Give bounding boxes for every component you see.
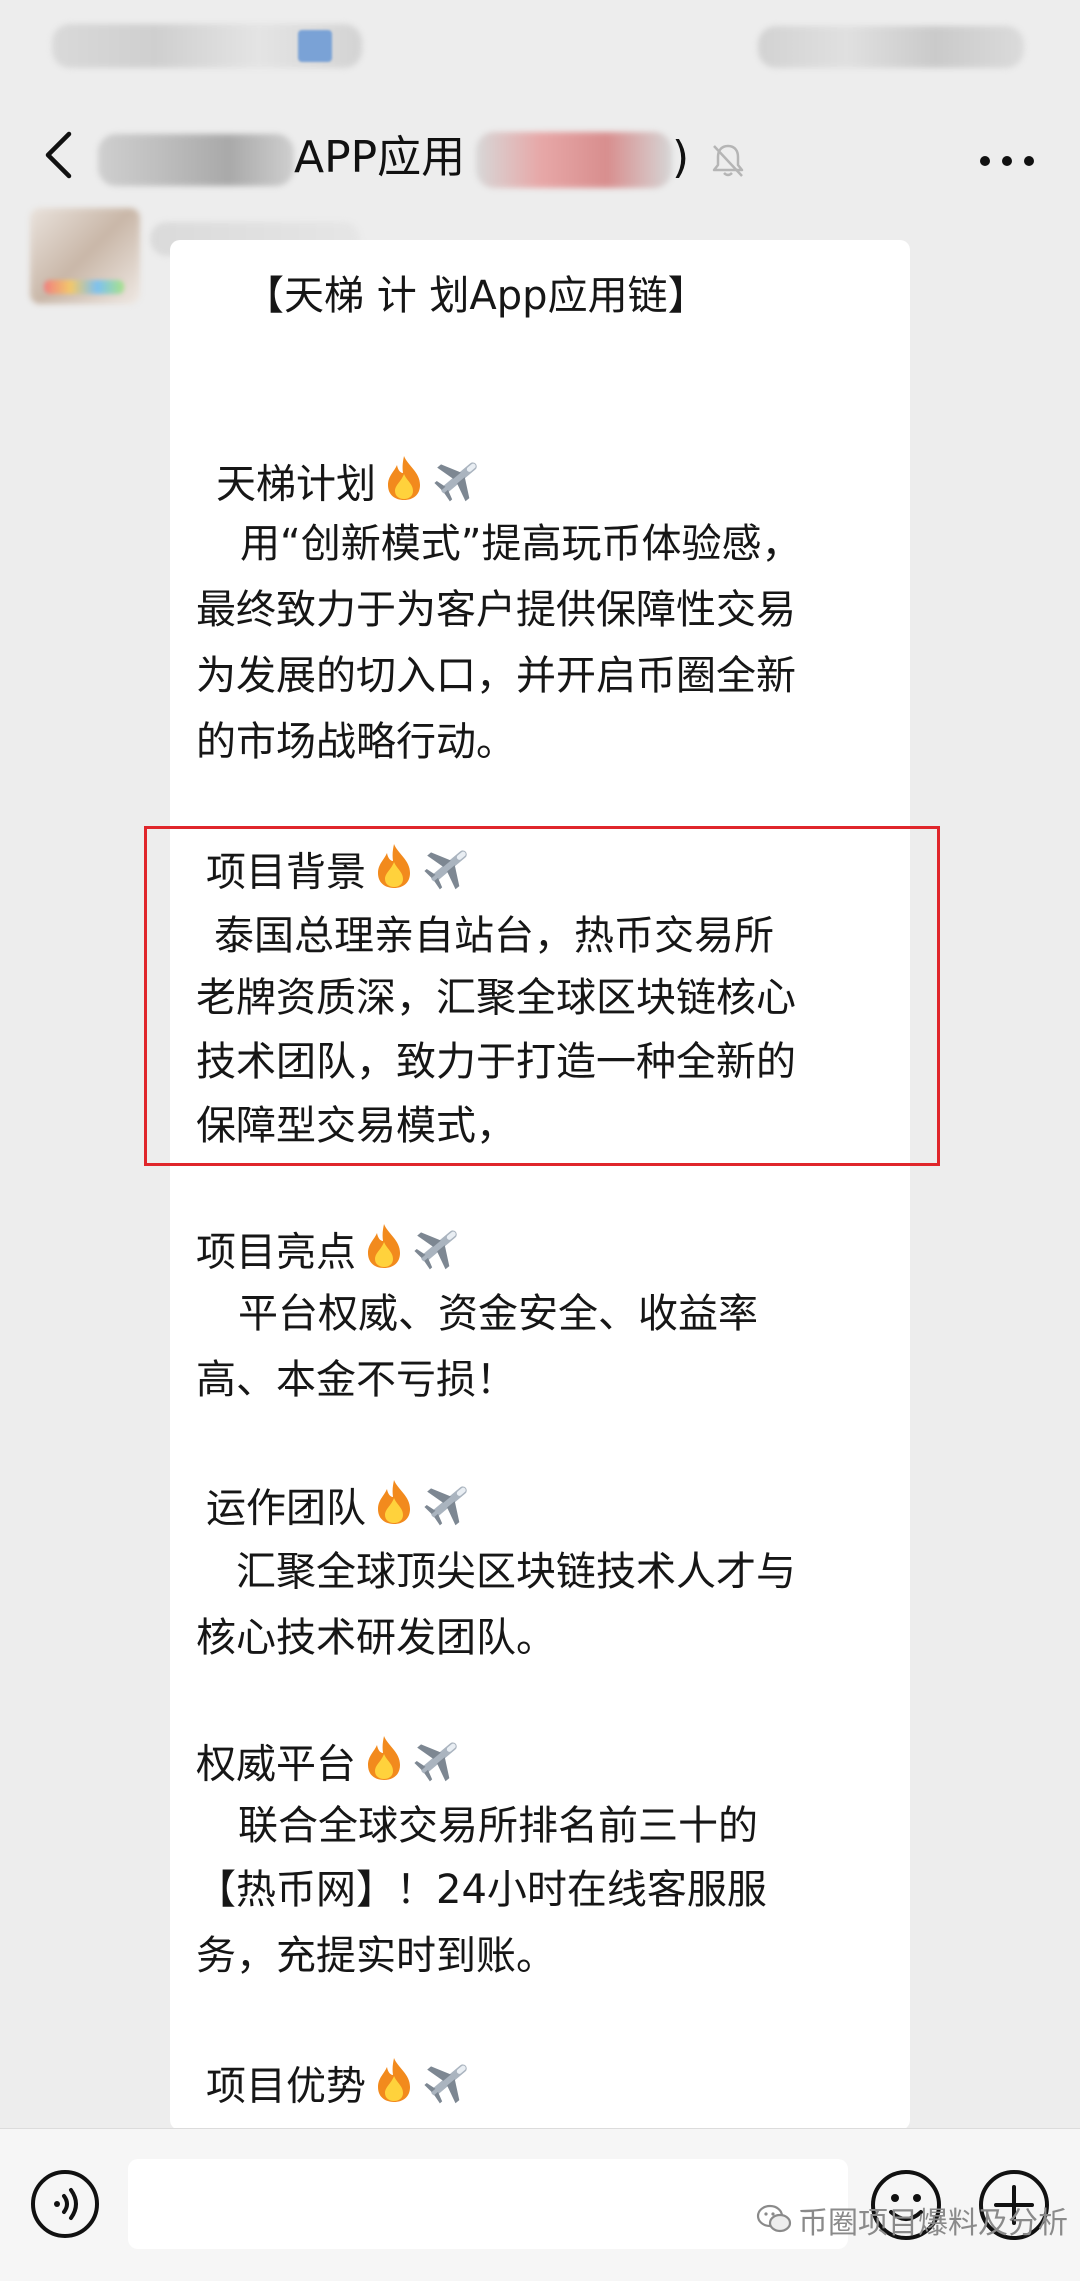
- message-line: 高、本金不亏损！: [196, 1357, 516, 1403]
- fire-emoji-icon: [382, 454, 426, 519]
- fire-emoji-icon: [362, 1222, 406, 1287]
- message-input[interactable]: [128, 2159, 848, 2249]
- section-heading-text: 项目亮点: [196, 1229, 356, 1276]
- message-line: 务，充提实时到账。: [196, 1933, 556, 1979]
- section-heading-text: 运作团队: [206, 1485, 366, 1532]
- back-button[interactable]: [30, 122, 86, 188]
- bell-muted-icon: [712, 144, 744, 177]
- more-dots-icon: [980, 156, 1034, 166]
- message-line: 汇聚全球顶尖区块链技术人才与: [236, 1549, 796, 1595]
- airplane-emoji-icon: [412, 1732, 466, 1801]
- wechat-icon: [756, 2204, 792, 2245]
- airplane-emoji-icon: [422, 1476, 476, 1545]
- message-line: 平台权威、资金安全、收益率: [238, 1291, 758, 1337]
- watermark: 币圈项目爆料及分析: [756, 2204, 1068, 2245]
- chat-header: APP应用 ): [0, 100, 1080, 210]
- section-heading: 项目优势: [206, 2054, 476, 2123]
- highlight-box: [144, 826, 940, 1166]
- fire-emoji-icon: [372, 1478, 416, 1543]
- chat-title-suffix: ): [672, 132, 690, 183]
- message-line: 联合全球交易所排名前三十的: [238, 1803, 758, 1849]
- airplane-emoji-icon: [412, 1220, 466, 1289]
- voice-icon: [31, 2170, 99, 2238]
- chat-name-blurred-count: [476, 132, 672, 188]
- message-line: 核心技术研发团队。: [196, 1615, 556, 1661]
- chat-name-blurred-prefix: [98, 134, 294, 186]
- section-heading-text: 项目优势: [206, 2063, 366, 2110]
- avatar-badge-blurred: [44, 280, 124, 294]
- airplane-emoji-icon: [432, 452, 486, 521]
- watermark-text: 币圈项目爆料及分析: [798, 2206, 1068, 2241]
- section-heading-text: 权威平台: [196, 1741, 356, 1788]
- message-line: 用“创新模式”提高玩币体验感，: [240, 521, 802, 567]
- message-line: 最终致力于为客户提供保障性交易: [196, 587, 796, 633]
- message-title: 【天梯 计 划App应用链】: [244, 273, 708, 319]
- section-heading-text: 天梯计划: [216, 461, 376, 508]
- message-line: 的市场战略行动。: [196, 719, 516, 765]
- section-heading: 运作团队: [206, 1476, 476, 1545]
- chat-title: APP应用: [294, 132, 466, 183]
- voice-button[interactable]: [30, 2169, 100, 2239]
- chevron-left-icon: [45, 131, 72, 179]
- fire-emoji-icon: [362, 1734, 406, 1799]
- more-options-button[interactable]: [972, 136, 1042, 186]
- section-heading: 天梯计划: [216, 452, 486, 521]
- airplane-emoji-icon: [422, 2054, 476, 2123]
- section-heading: 权威平台: [196, 1732, 466, 1801]
- status-bar-right-blurred: [758, 26, 1024, 68]
- fire-emoji-icon: [372, 2056, 416, 2121]
- status-bar: [0, 0, 1080, 100]
- status-bar-indicator-blurred: [298, 30, 332, 62]
- section-heading: 项目亮点: [196, 1220, 466, 1289]
- message-line: 【热币网】！24小时在线客服服: [196, 1867, 767, 1913]
- message-line: 为发展的切入口，并开启币圈全新: [196, 653, 796, 699]
